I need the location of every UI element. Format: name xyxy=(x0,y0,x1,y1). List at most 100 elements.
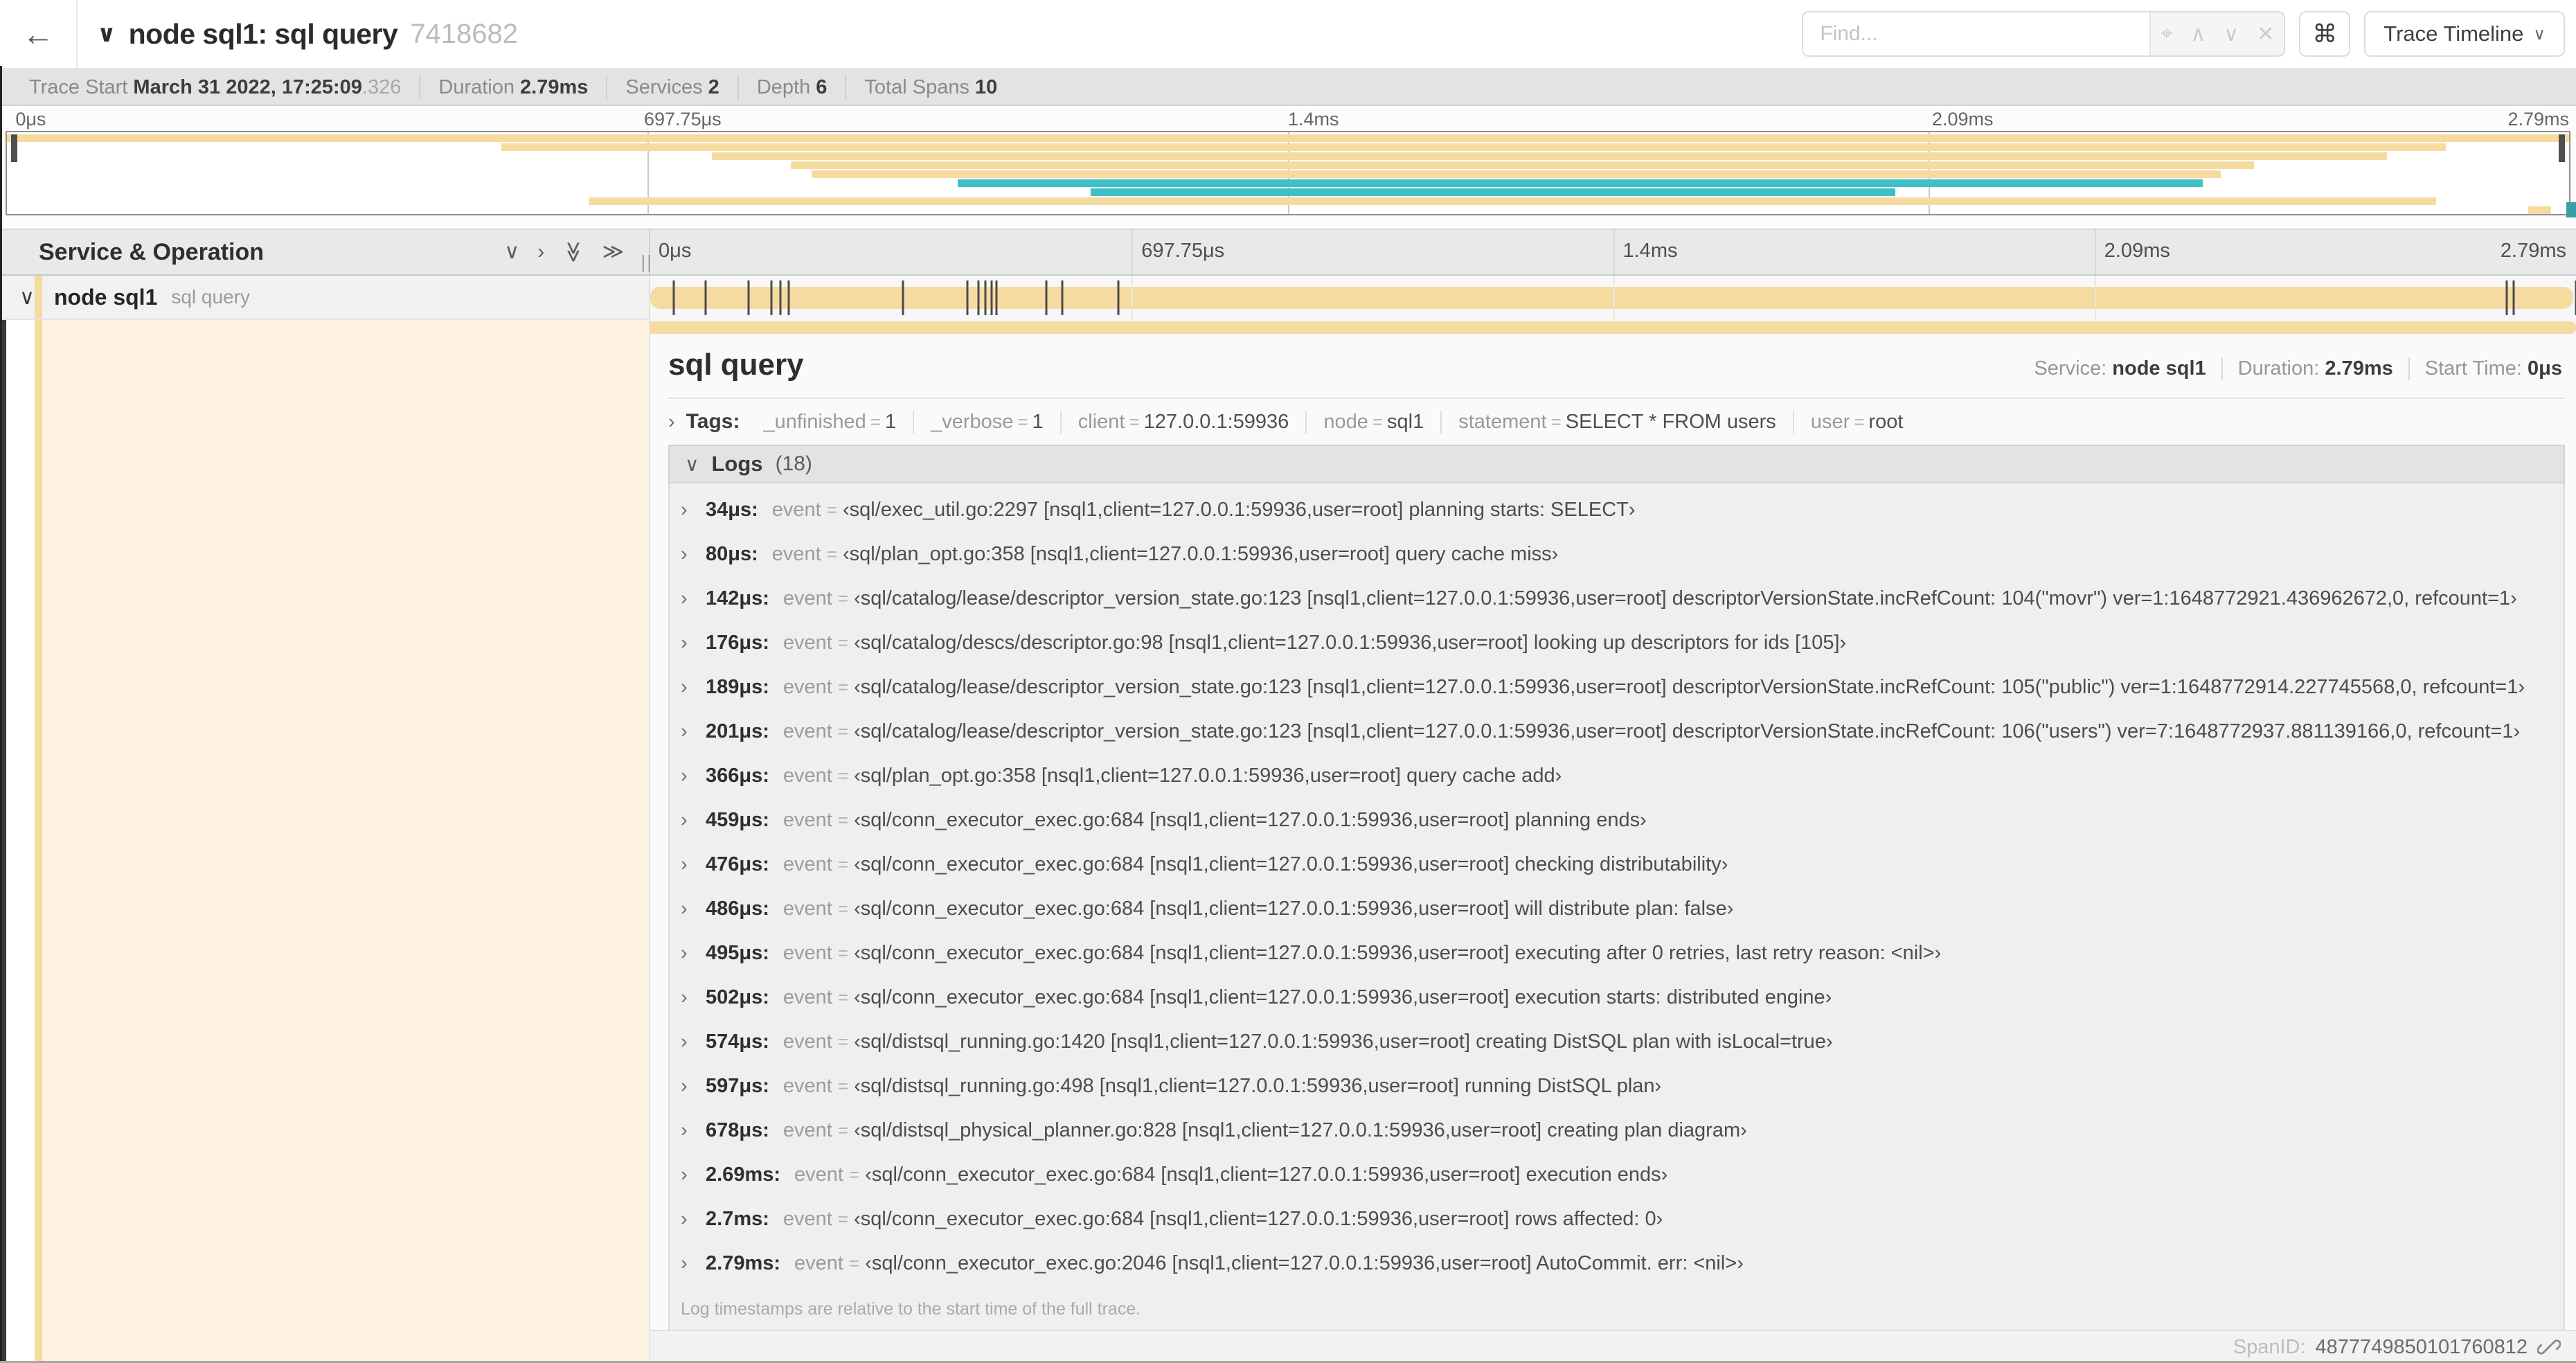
keyboard-shortcuts-button[interactable]: ⌘ xyxy=(2299,11,2351,57)
span-collapse-icon[interactable]: ∨ xyxy=(19,285,35,310)
log-entry-row[interactable]: › 201μs: event = ‹sql/catalog/lease/descript… xyxy=(670,709,2564,754)
span-row-timeline[interactable] xyxy=(649,276,2576,320)
log-expand-icon[interactable]: › xyxy=(681,942,706,965)
tag-item: statement = SELECT * FROM users xyxy=(1440,410,1793,434)
tags-row[interactable]: › Tags: _unfinished = 1 _verbose = 1 client = 127.… xyxy=(668,399,2565,445)
log-expand-icon[interactable]: › xyxy=(681,676,706,699)
log-equals: = xyxy=(837,986,849,1008)
tag-key: _unfinished xyxy=(763,410,866,433)
span-operation-title: sql query xyxy=(668,348,804,382)
clear-search-icon[interactable]: ✕ xyxy=(2257,22,2274,46)
log-expand-icon[interactable]: › xyxy=(681,1075,706,1098)
log-entry-row[interactable]: › 495μs: event = ‹sql/conn_executor_exec.go:… xyxy=(670,931,2564,975)
log-expand-icon[interactable]: › xyxy=(681,1164,706,1186)
ruler-tick-label: 0μs xyxy=(659,240,692,262)
minimap-canvas[interactable] xyxy=(6,131,2570,215)
span-detail-panel: sql query Service: node sql1 Duration: 2.… xyxy=(649,320,2576,1363)
log-equals: = xyxy=(837,1075,849,1096)
log-marker-tick xyxy=(995,280,998,315)
trace-summary-value: 2.79ms xyxy=(520,75,589,98)
tag-equals: = xyxy=(1372,411,1384,432)
deep-link-icon[interactable] xyxy=(2537,1335,2561,1359)
log-entry-row[interactable]: › 574μs: event = ‹sql/distsql_running.go:142… xyxy=(670,1019,2564,1064)
log-marker-tick xyxy=(779,280,782,315)
trace-collapse-icon[interactable]: ∨ xyxy=(97,20,116,48)
expand-one-icon[interactable]: › xyxy=(537,242,544,262)
log-expand-icon[interactable]: › xyxy=(681,1252,706,1275)
column-resizer[interactable]: || xyxy=(641,251,653,273)
span-detail-header: sql query Service: node sql1 Duration: 2.… xyxy=(668,335,2565,399)
log-marker-tick xyxy=(977,280,980,315)
service-operation-title: Service & Operation xyxy=(39,238,265,265)
locate-icon[interactable]: ⌖ xyxy=(2161,22,2172,46)
tag-value: 1 xyxy=(1032,410,1044,433)
minimap-right-handle[interactable] xyxy=(2559,134,2565,162)
minimap-left-handle[interactable] xyxy=(11,134,17,162)
log-expand-icon[interactable]: › xyxy=(681,1031,706,1053)
log-equals: = xyxy=(837,765,849,786)
tag-item: client = 127.0.0.1:59936 xyxy=(1059,410,1306,434)
tag-value: SELECT * FROM users xyxy=(1565,410,1776,433)
log-entry-row[interactable]: › 176μs: event = ‹sql/catalog/descs/descript… xyxy=(670,621,2564,665)
tag-value: root xyxy=(1868,410,1904,433)
ruler-tick-label: 2.79ms xyxy=(2500,240,2566,262)
log-expand-icon[interactable]: › xyxy=(681,986,706,1009)
log-expand-icon[interactable]: › xyxy=(681,1208,706,1231)
log-expand-icon[interactable]: › xyxy=(681,765,706,787)
log-entry-row[interactable]: › 459μs: event = ‹sql/conn_executor_exec.go:… xyxy=(670,798,2564,842)
find-buttons: ⌖ ∧ ∨ ✕ xyxy=(2149,12,2284,55)
log-entry-row[interactable]: › 142μs: event = ‹sql/catalog/lease/descript… xyxy=(670,576,2564,621)
log-expand-icon[interactable]: › xyxy=(681,853,706,876)
log-entry-row[interactable]: › 2.69ms: event = ‹sql/conn_executor_exec.go… xyxy=(670,1152,2564,1197)
log-expand-icon[interactable]: › xyxy=(681,898,706,920)
logs-header[interactable]: ∨ Logs (18) xyxy=(668,445,2565,483)
log-marker-tick xyxy=(747,280,750,315)
log-equals: = xyxy=(837,632,849,653)
log-expand-icon[interactable]: › xyxy=(681,720,706,743)
log-entry-row[interactable]: › 597μs: event = ‹sql/distsql_running.go:498… xyxy=(670,1064,2564,1108)
collapse-one-icon[interactable]: ∨ xyxy=(504,242,519,262)
log-entry-row[interactable]: › 2.7ms: event = ‹sql/conn_executor_exec.go:… xyxy=(670,1197,2564,1241)
log-expand-icon[interactable]: › xyxy=(681,1119,706,1142)
log-entry-row[interactable]: › 366μs: event = ‹sql/plan_opt.go:358 [nsql1… xyxy=(670,754,2564,798)
log-entry-row[interactable]: › 486μs: event = ‹sql/conn_executor_exec.go:… xyxy=(670,887,2564,931)
next-result-icon[interactable]: ∨ xyxy=(2224,22,2239,46)
expand-all-icon[interactable]: ≫ xyxy=(602,242,624,262)
log-field-value: ‹sql/conn_executor_exec.go:684 [nsql1,cl… xyxy=(854,941,1942,964)
prev-result-icon[interactable]: ∧ xyxy=(2190,22,2206,46)
find-input[interactable] xyxy=(1803,12,2150,55)
span-row-label[interactable]: ∨ node sql1 sql query xyxy=(0,276,649,320)
log-entry-row[interactable]: › 2.79ms: event = ‹sql/conn_executor_exec.go… xyxy=(670,1241,2564,1285)
collapse-all-icon[interactable]: ≫ xyxy=(562,241,585,262)
log-timestamp: 678μs: xyxy=(706,1119,769,1141)
log-expand-icon[interactable]: › xyxy=(681,499,706,522)
log-entry-row[interactable]: › 34μs: event = ‹sql/exec_util.go:2297 [nsql… xyxy=(670,488,2564,532)
span-duration-bar[interactable] xyxy=(650,287,2573,309)
log-entry-row[interactable]: › 502μs: event = ‹sql/conn_executor_exec.go:… xyxy=(670,975,2564,1019)
log-field-key: event xyxy=(782,1207,832,1230)
trace-summary-item: Trace Start March 31 2022, 17:25:09.326 xyxy=(29,75,402,98)
log-equals: = xyxy=(837,720,849,742)
log-field-value: ‹sql/conn_executor_exec.go:684 [nsql1,cl… xyxy=(854,1207,1663,1230)
back-button[interactable]: ← xyxy=(0,0,78,68)
log-expand-icon[interactable]: › xyxy=(681,587,706,610)
view-dropdown-button[interactable]: Trace Timeline ∨ xyxy=(2364,11,2565,57)
tag-value: 127.0.0.1:59936 xyxy=(1143,410,1289,433)
minimap-time-label: 2.09ms xyxy=(1932,109,1994,130)
tags-expand-icon[interactable]: › xyxy=(668,411,675,434)
log-expand-icon[interactable]: › xyxy=(681,632,706,654)
log-entry-row[interactable]: › 189μs: event = ‹sql/catalog/lease/descript… xyxy=(670,665,2564,709)
log-entry-row[interactable]: › 476μs: event = ‹sql/conn_executor_exec.go:… xyxy=(670,842,2564,887)
trace-title-group: ∨ node sql1: sql query 7418682 xyxy=(97,18,1802,51)
log-expand-icon[interactable]: › xyxy=(681,543,706,566)
minimap-right-artifact xyxy=(2566,202,2576,217)
log-expand-icon[interactable]: › xyxy=(681,809,706,832)
trace-summary-bar: Trace Start March 31 2022, 17:25:09.326 D… xyxy=(0,69,2576,106)
log-entry-row[interactable]: › 678μs: event = ‹sql/distsql_physical_plann… xyxy=(670,1108,2564,1152)
spanid-value: 4877749850101760812 xyxy=(2315,1335,2528,1358)
tag-key: node xyxy=(1323,410,1368,433)
tag-item: user = root xyxy=(1792,410,1920,434)
log-entry-row[interactable]: › 80μs: event = ‹sql/plan_opt.go:358 [nsql1,… xyxy=(670,532,2564,576)
log-field-key: event xyxy=(782,897,832,920)
minimap-time-label: 2.79ms xyxy=(2507,109,2569,130)
